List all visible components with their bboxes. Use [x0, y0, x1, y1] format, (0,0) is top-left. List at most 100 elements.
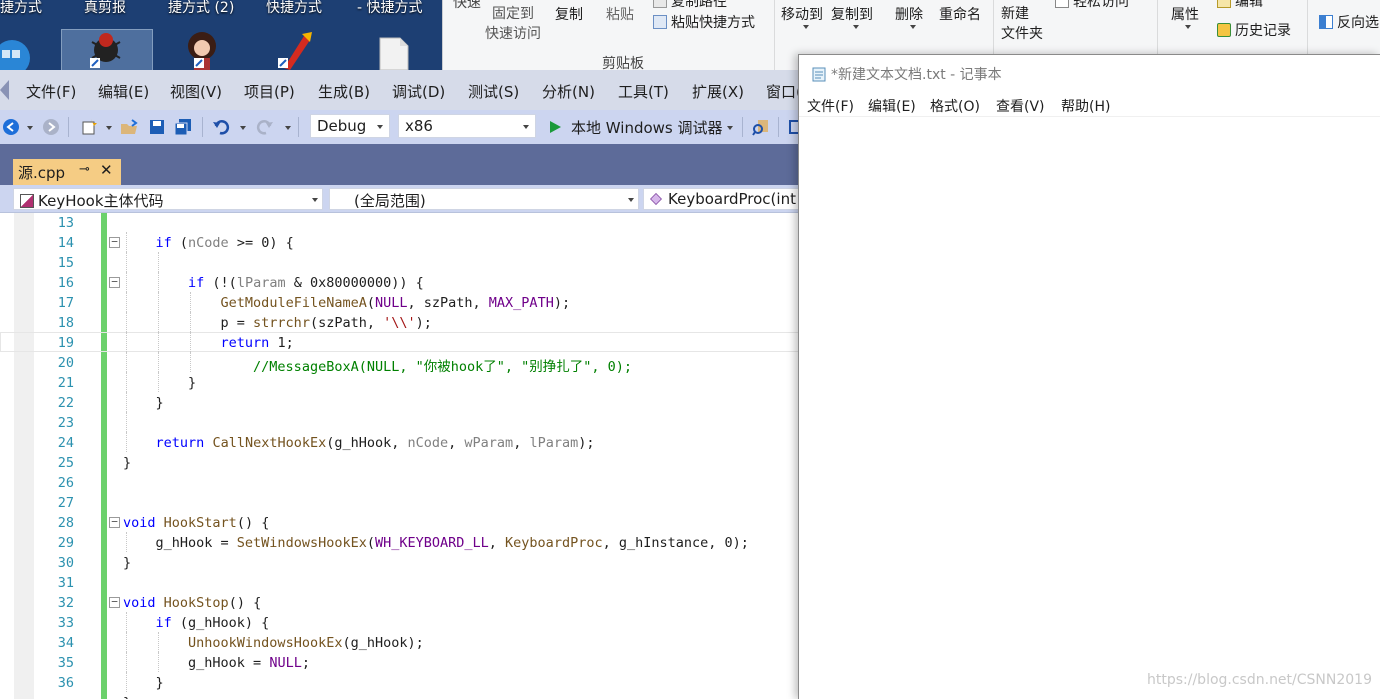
redo-icon[interactable]: [256, 118, 274, 136]
properties-button[interactable]: 属性: [1171, 4, 1199, 24]
code-line[interactable]: 20 //MessageBoxA(NULL, "你被hook了", "别挣扎了"…: [0, 352, 800, 375]
code-line[interactable]: 35 g_hHook = NULL;: [0, 652, 800, 672]
code-line[interactable]: 16 − if (!(lParam & 0x80000000)) {: [0, 272, 800, 292]
code-line[interactable]: 24 return CallNextHookEx(g_hHook, nCode,…: [0, 432, 800, 452]
spider-app-icon[interactable]: [61, 29, 153, 70]
code-line[interactable]: 18 p = strrchr(szPath, '\\');: [0, 312, 800, 332]
code-line[interactable]: 32 − void HookStop() {: [0, 592, 800, 612]
copy-to-dropdown-icon[interactable]: [853, 25, 859, 29]
properties-dropdown-icon[interactable]: [1185, 25, 1191, 29]
redo-dropdown-icon[interactable]: [285, 126, 291, 130]
new-project-dropdown-icon[interactable]: [106, 126, 112, 130]
vs-menu-debug[interactable]: 调试(D): [392, 81, 445, 102]
notepad-text-area[interactable]: [799, 117, 1380, 697]
code-line[interactable]: 19 return 1;: [0, 332, 800, 352]
close-tab-icon[interactable]: ✕: [100, 161, 113, 179]
back-dropdown-icon[interactable]: [27, 126, 33, 130]
delete-button[interactable]: 删除: [895, 4, 923, 24]
code-line[interactable]: 28 − void HookStart() {: [0, 512, 800, 532]
forward-navigate-icon[interactable]: [42, 118, 60, 136]
pin-tab-icon[interactable]: ⊸: [79, 162, 90, 177]
vs-menu-view[interactable]: 视图(V): [170, 81, 222, 102]
project-scope-select[interactable]: KeyHook主体代码: [13, 188, 323, 210]
find-in-files-icon[interactable]: [752, 118, 770, 136]
code-line[interactable]: 25}: [0, 452, 800, 472]
code-line[interactable]: 29 g_hHook = SetWindowsHookEx(WH_KEYBOAR…: [0, 532, 800, 552]
notepad-menu-help[interactable]: 帮助(H): [1061, 96, 1110, 116]
vs-menu-test[interactable]: 测试(S): [468, 81, 519, 102]
delete-dropdown-icon[interactable]: [910, 25, 916, 29]
vs-menu-project[interactable]: 项目(P): [244, 81, 295, 102]
back-navigate-icon[interactable]: [2, 118, 20, 136]
easy-access-button[interactable]: 轻松访问: [1055, 0, 1129, 11]
code-line[interactable]: 27: [0, 492, 800, 512]
code-line[interactable]: 21 }: [0, 372, 800, 392]
document-file-icon[interactable]: [376, 30, 416, 70]
save-icon[interactable]: [148, 118, 166, 136]
windows-logo-icon[interactable]: [0, 30, 40, 70]
copy-button[interactable]: 复制: [555, 4, 583, 24]
start-debug-icon[interactable]: [546, 118, 564, 136]
notepad-menu-format[interactable]: 格式(O): [930, 96, 980, 116]
code-line[interactable]: 23: [0, 412, 800, 432]
collapse-region-icon[interactable]: −: [109, 236, 120, 248]
code-line[interactable]: 17 GetModuleFileNameA(NULL, szPath, MAX_…: [0, 292, 800, 312]
desktop-label-3[interactable]: 捷方式 (2): [168, 0, 234, 17]
undo-icon[interactable]: [212, 118, 230, 136]
save-all-icon[interactable]: [174, 118, 192, 136]
new-project-icon[interactable]: [80, 118, 98, 136]
rocket-app-icon[interactable]: [274, 30, 314, 70]
code-line[interactable]: 15: [0, 252, 800, 272]
code-line[interactable]: 33 if (g_hHook) {: [0, 612, 800, 632]
paste-shortcut-button[interactable]: 粘贴快捷方式: [653, 12, 755, 32]
start-debug-dropdown-icon[interactable]: [727, 126, 733, 130]
copy-path-button[interactable]: 复制路径: [653, 0, 727, 11]
history-button[interactable]: 历史记录: [1217, 20, 1291, 40]
notepad-menu-file[interactable]: 文件(F): [807, 96, 854, 116]
code-line[interactable]: 30}: [0, 552, 800, 572]
notepad-menu-view[interactable]: 查看(V): [996, 96, 1045, 116]
new-folder-button[interactable]: 新建 文件夹: [1001, 4, 1043, 44]
member-scope-select[interactable]: KeyboardProc(int: [643, 188, 800, 210]
notepad-menu-edit[interactable]: 编辑(E): [868, 96, 916, 116]
type-scope-select[interactable]: (全局范围): [329, 188, 639, 210]
notepad-title-bar[interactable]: *新建文本文档.txt - 记事本: [811, 64, 1002, 84]
move-to-button[interactable]: 移动到: [781, 4, 823, 24]
paste-button[interactable]: 粘贴: [606, 4, 634, 24]
open-file-icon[interactable]: [120, 118, 138, 136]
start-debug-button[interactable]: 本地 Windows 调试器: [571, 117, 723, 138]
vs-menu-extensions[interactable]: 扩展(X): [692, 81, 744, 102]
code-editor[interactable]: 13 14− if (nCode >= 0) {15 16− if (!(lPara…: [0, 213, 800, 699]
desktop-label-1[interactable]: 捷方式: [0, 0, 42, 17]
code-line[interactable]: 26: [0, 472, 800, 492]
desktop-label-2[interactable]: 真剪报: [84, 0, 126, 17]
vs-menu-tools[interactable]: 工具(T): [618, 81, 669, 102]
solution-config-select[interactable]: Debug: [310, 114, 390, 138]
invert-selection-button[interactable]: 反向选: [1319, 12, 1379, 32]
desktop-label-5[interactable]: - 快捷方式: [357, 0, 423, 17]
vs-menu-build[interactable]: 生成(B): [318, 81, 370, 102]
collapse-region-icon[interactable]: −: [109, 276, 120, 288]
code-line[interactable]: 22 }: [0, 392, 800, 412]
collapse-region-icon[interactable]: −: [109, 516, 120, 528]
portrait-app-icon[interactable]: [180, 30, 226, 70]
code-line[interactable]: }: [0, 692, 800, 699]
platform-select[interactable]: x86: [398, 114, 536, 138]
undo-dropdown-icon[interactable]: [240, 126, 246, 130]
code-line[interactable]: 36 }: [0, 672, 800, 692]
pin-quick-access-button[interactable]: 固定到 快速访问: [485, 4, 541, 44]
desktop-label-4[interactable]: 快捷方式: [266, 0, 322, 17]
code-line[interactable]: 31: [0, 572, 800, 592]
edit-button[interactable]: 编辑: [1217, 0, 1263, 11]
code-line[interactable]: 13: [0, 213, 800, 232]
collapse-region-icon[interactable]: −: [109, 596, 120, 608]
code-line[interactable]: 34 UnhookWindowsHookEx(g_hHook);: [0, 632, 800, 652]
vs-menu-edit[interactable]: 编辑(E): [98, 81, 149, 102]
copy-to-button[interactable]: 复制到: [831, 4, 873, 24]
vs-menu-analyze[interactable]: 分析(N): [542, 81, 595, 102]
rename-button[interactable]: 重命名: [939, 4, 981, 24]
vs-menu-file[interactable]: 文件(F): [26, 81, 76, 102]
code-line[interactable]: 14 − if (nCode >= 0) {: [0, 232, 800, 252]
move-to-dropdown-icon[interactable]: [803, 25, 809, 29]
tab-source-cpp[interactable]: 源.cpp ⊸ ✕: [13, 159, 121, 185]
